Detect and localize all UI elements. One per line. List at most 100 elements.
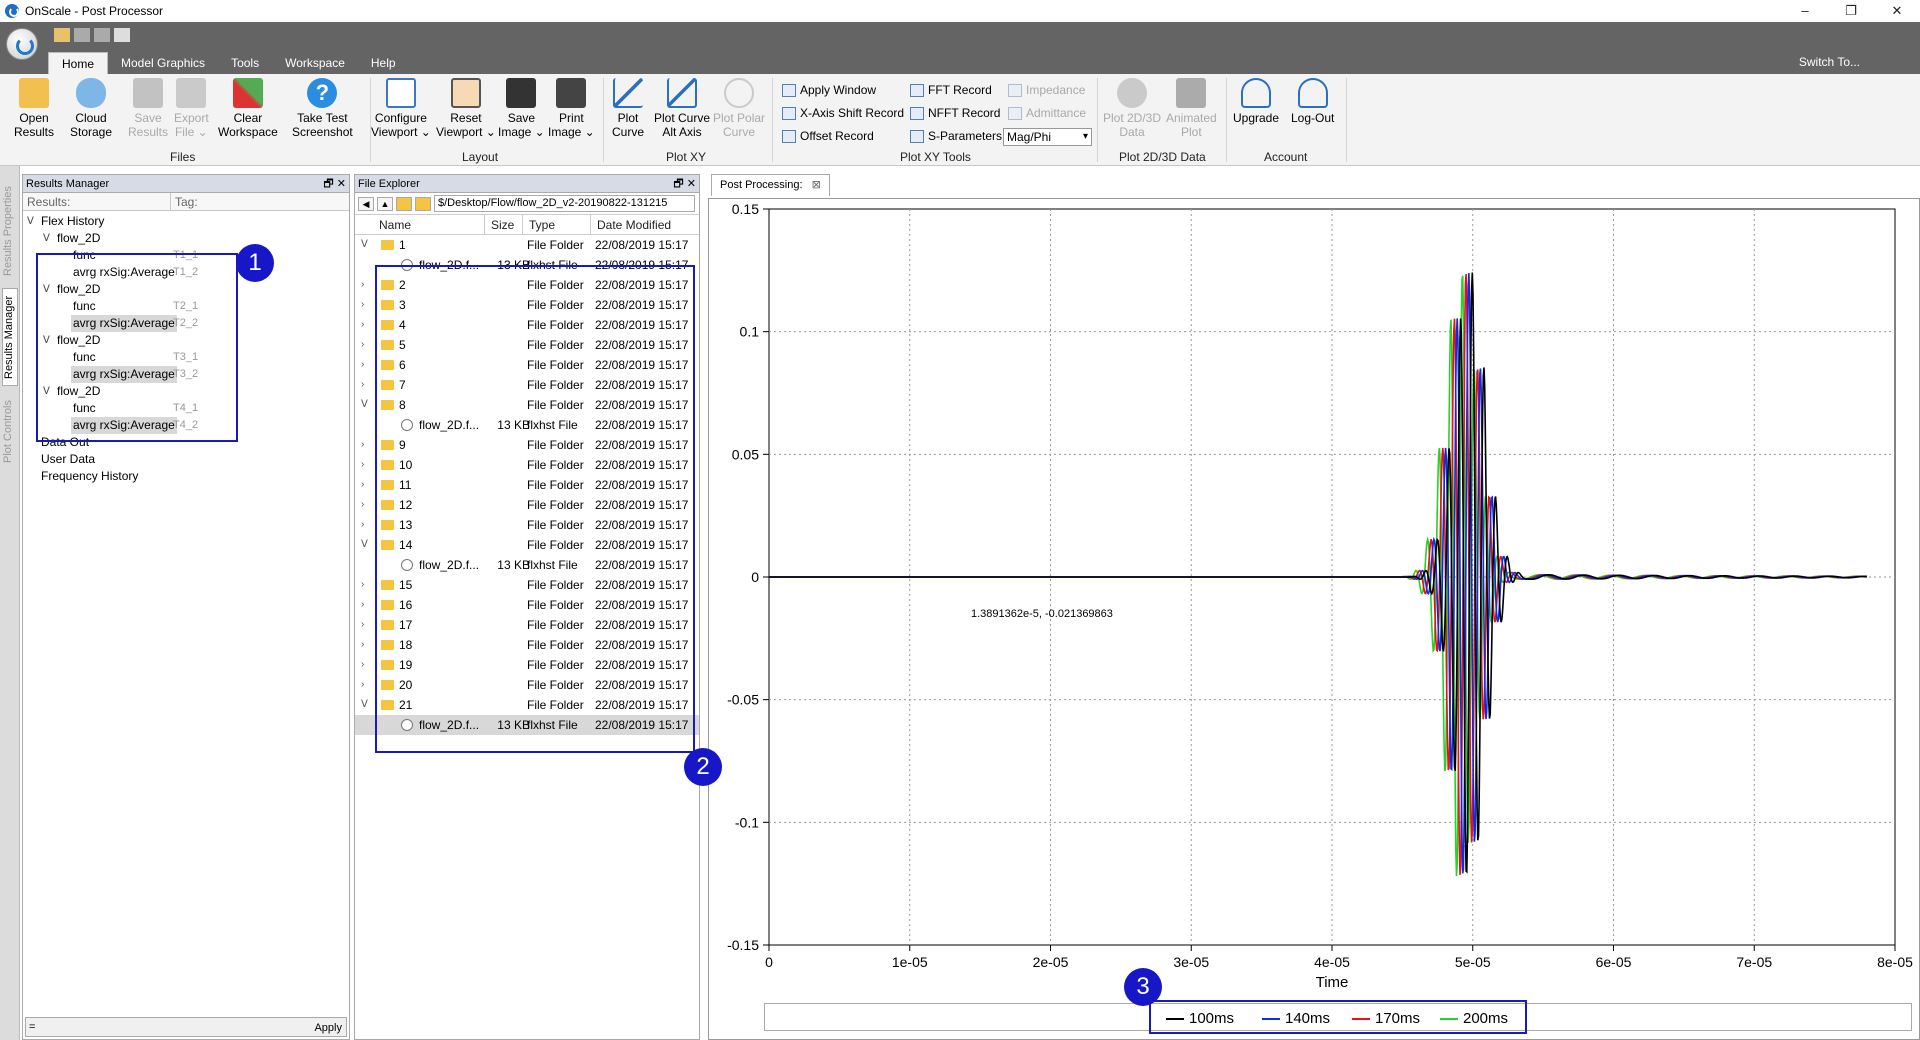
- print-image-button[interactable]: Print Image ⌄: [548, 78, 595, 139]
- chevron-right-icon[interactable]: ›: [361, 675, 364, 695]
- column-size[interactable]: Size: [485, 215, 523, 234]
- reset-viewport-button[interactable]: Reset Viewport ⌄: [436, 78, 496, 139]
- tab-results-properties[interactable]: Results Properties: [2, 176, 18, 286]
- up-icon[interactable]: ▲: [377, 196, 393, 211]
- column-results[interactable]: Results:: [23, 193, 171, 210]
- logout-button[interactable]: Log-Out: [1291, 78, 1334, 125]
- plot-2d3d-data-button[interactable]: Plot 2D/3D Data: [1103, 78, 1161, 139]
- chevron-right-icon[interactable]: ›: [361, 615, 364, 635]
- chevron-right-icon[interactable]: ›: [361, 275, 364, 295]
- export-icon: [176, 78, 207, 108]
- annotation-badge-3: 3: [1124, 968, 1162, 1006]
- offset-record-icon: [782, 129, 796, 143]
- plot-area[interactable]: 0 1e-05 2e-05 3e-05 4e-05 5e-05 6e-05 7e-05 8e-0…: [708, 198, 1920, 1040]
- folder-row[interactable]: ᐯ 1 File Folder 22/08/2019 15:17: [355, 235, 699, 255]
- tab-post-processing[interactable]: Post Processing: ⊠: [711, 174, 830, 196]
- tab-plot-controls[interactable]: Plot Controls: [2, 390, 18, 474]
- admittance-button[interactable]: Admittance: [1008, 106, 1086, 120]
- chevron-right-icon[interactable]: ›: [361, 435, 364, 455]
- offset-record-button[interactable]: Offset Record: [782, 129, 874, 143]
- tab-home[interactable]: Home: [48, 52, 109, 74]
- filter-bar: = Apply: [25, 1017, 347, 1037]
- upgrade-button[interactable]: Upgrade: [1233, 78, 1279, 125]
- chevron-right-icon[interactable]: ›: [361, 295, 364, 315]
- application-menu-button[interactable]: [6, 28, 38, 60]
- chevron-down-icon[interactable]: ᐯ: [361, 535, 368, 555]
- open-results-button[interactable]: Open Results: [14, 78, 54, 139]
- filter-input[interactable]: =: [29, 1021, 35, 1033]
- nfft-record-button[interactable]: NFFT Record: [910, 106, 1000, 120]
- plot-curve-alt-axis-button[interactable]: Plot Curve Alt Axis: [654, 78, 710, 139]
- panel-header: File Explorer 🗗 ✕: [355, 175, 699, 193]
- tab-workspace[interactable]: Workspace: [272, 52, 358, 74]
- x-tick-label: 8e-05: [1877, 954, 1913, 970]
- chevron-right-icon[interactable]: ›: [361, 515, 364, 535]
- chevron-down-icon[interactable]: ᐯ: [27, 213, 34, 230]
- chevron-down-icon[interactable]: ᐯ: [361, 235, 368, 255]
- column-type[interactable]: Type: [523, 215, 591, 234]
- chevron-right-icon[interactable]: ›: [361, 635, 364, 655]
- chevron-right-icon[interactable]: ›: [361, 355, 364, 375]
- chevron-down-icon[interactable]: ᐯ: [361, 695, 368, 715]
- x-tick-label: 1e-05: [892, 954, 928, 970]
- panel-controls[interactable]: 🗗 ✕: [673, 175, 696, 193]
- chevron-right-icon[interactable]: ›: [361, 315, 364, 335]
- clear-workspace-button[interactable]: Clear Workspace: [218, 78, 278, 139]
- cloud-storage-button[interactable]: Cloud Storage: [70, 78, 112, 139]
- print-icon[interactable]: [114, 28, 130, 42]
- tree-item-user-data[interactable]: User Data: [23, 451, 349, 468]
- chevron-right-icon[interactable]: ›: [361, 655, 364, 675]
- s-parameters-button[interactable]: S-Parameters: [910, 129, 1002, 143]
- tree-root-flex-history[interactable]: ᐯ Flex History: [23, 213, 349, 230]
- path-field[interactable]: $/Desktop/Flow/flow_2D_v2-20190822-13121…: [434, 195, 695, 212]
- configure-viewport-button[interactable]: Configure Viewport ⌄: [371, 78, 431, 139]
- tree-item-frequency-history[interactable]: Frequency History: [23, 468, 349, 485]
- chevron-right-icon[interactable]: ›: [361, 495, 364, 515]
- close-button[interactable]: ✕: [1874, 0, 1920, 22]
- tab-help[interactable]: Help: [358, 52, 409, 74]
- chevron-right-icon[interactable]: ›: [361, 595, 364, 615]
- save-icon[interactable]: [74, 28, 90, 42]
- apply-window-button[interactable]: Apply Window: [782, 83, 876, 97]
- impedance-button[interactable]: Impedance: [1008, 83, 1085, 97]
- column-name[interactable]: Name: [355, 215, 485, 234]
- plot-curve-button[interactable]: Plot Curve: [612, 78, 644, 139]
- close-tab-icon[interactable]: ⊠: [812, 179, 821, 191]
- line-chart[interactable]: 0 1e-05 2e-05 3e-05 4e-05 5e-05 6e-05 7e-05 8e-0…: [709, 199, 1919, 999]
- panel-controls[interactable]: 🗗 ✕: [323, 175, 346, 193]
- chevron-right-icon[interactable]: ›: [361, 375, 364, 395]
- folder-icon[interactable]: [415, 196, 431, 211]
- chevron-right-icon[interactable]: ›: [361, 335, 364, 355]
- tab-tools[interactable]: Tools: [218, 52, 272, 74]
- save-results-button[interactable]: Save Results: [128, 78, 168, 139]
- animated-plot-button[interactable]: Animated Plot: [1166, 78, 1217, 139]
- tab-results-manager[interactable]: Results Manager: [2, 288, 18, 386]
- plot-polar-curve-button[interactable]: Plot Polar Curve: [713, 78, 765, 139]
- s-parameters-icon: [910, 129, 924, 143]
- chevron-right-icon[interactable]: ›: [361, 455, 364, 475]
- switch-to-button[interactable]: Switch To...: [1799, 55, 1860, 69]
- chevron-down-icon[interactable]: ᐯ: [43, 230, 50, 247]
- apply-button[interactable]: Apply: [314, 1019, 342, 1037]
- tree-group-flow-2d[interactable]: ᐯ flow_2D: [23, 230, 349, 247]
- chevron-right-icon[interactable]: ›: [361, 575, 364, 595]
- take-test-screenshot-button[interactable]: ? Take Test Screenshot: [292, 78, 353, 139]
- minimize-button[interactable]: –: [1782, 0, 1828, 22]
- chevron-right-icon[interactable]: ›: [361, 475, 364, 495]
- column-tag[interactable]: Tag:: [171, 193, 349, 210]
- upload-icon[interactable]: [94, 28, 110, 42]
- tab-model-graphics[interactable]: Model Graphics: [108, 52, 218, 74]
- column-date-modified[interactable]: Date Modified: [591, 215, 699, 234]
- printer-icon: [556, 78, 587, 108]
- save-image-button[interactable]: Save Image ⌄: [498, 78, 545, 139]
- x-axis-shift-record-button[interactable]: X-Axis Shift Record: [782, 106, 904, 120]
- chevron-down-icon[interactable]: ᐯ: [361, 395, 368, 415]
- mag-phi-dropdown[interactable]: Mag/Phi: [1003, 128, 1092, 146]
- export-file-button[interactable]: Export File ⌄: [174, 78, 209, 139]
- new-folder-icon[interactable]: [396, 196, 412, 211]
- back-icon[interactable]: ◀: [358, 196, 374, 211]
- open-folder-icon[interactable]: [54, 28, 70, 42]
- maximize-button[interactable]: ❐: [1828, 0, 1874, 22]
- annotation-box-results: [36, 253, 238, 442]
- fft-record-button[interactable]: FFT Record: [910, 83, 992, 97]
